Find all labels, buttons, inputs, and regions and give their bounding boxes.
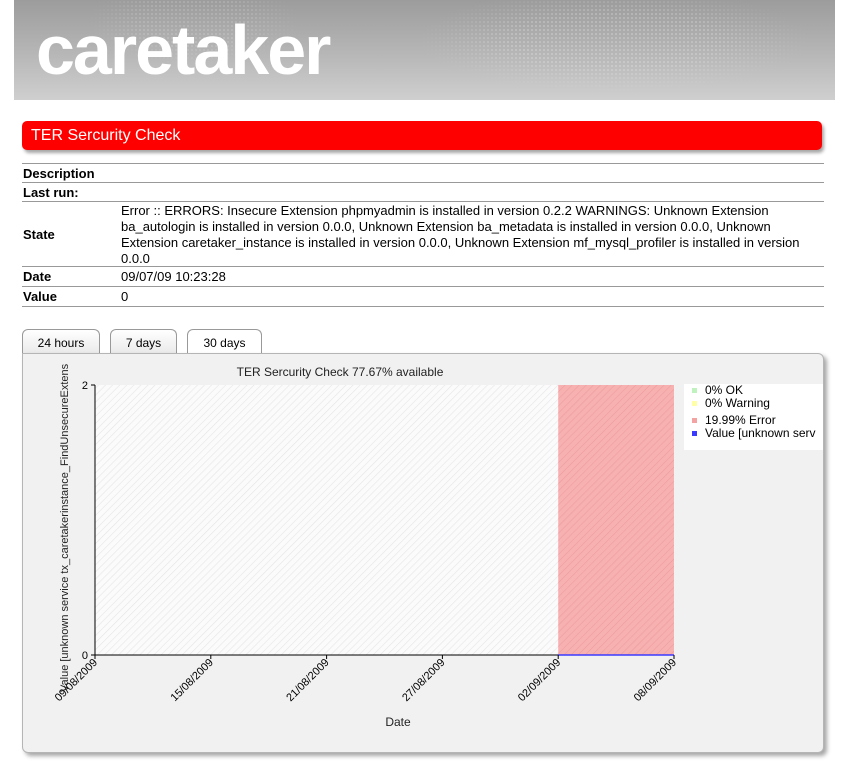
x-tick-label: 27/08/2009 <box>400 657 447 704</box>
legend-swatch <box>692 388 697 393</box>
details-row-value: Value 0 <box>22 286 824 307</box>
legend-label: 0% Warning <box>705 396 770 410</box>
legend-swatch <box>692 401 697 406</box>
chart-title: TER Sercurity Check 77.67% available <box>237 365 444 379</box>
details-row-state: State Error :: ERRORS: Insecure Extensio… <box>22 201 824 266</box>
state-label: State <box>23 226 55 242</box>
details-table: Description Last run: State Error :: ERR… <box>22 163 824 307</box>
chart-legend: 0% OK0% Warning 19.99% ErrorValue [unknow… <box>684 383 823 450</box>
y-tick-label: 2 <box>82 380 88 392</box>
x-tick-label: 15/08/2009 <box>169 657 216 704</box>
header-banner: caretaker <box>14 0 835 100</box>
description-label: Description <box>23 165 95 181</box>
x-tick-label: 21/08/2009 <box>284 657 331 704</box>
last-run-label: Last run: <box>23 184 79 200</box>
tab-7-days[interactable]: 7 days <box>110 329 177 354</box>
error-region <box>558 385 674 655</box>
legend-label: 0% OK <box>705 383 743 397</box>
legend-label: Value [unknown serv <box>705 426 816 440</box>
details-row-description: Description <box>22 163 824 182</box>
x-axis-label: Date <box>385 715 411 729</box>
tab-24-hours[interactable]: 24 hours <box>22 329 100 354</box>
value-value: 0 <box>121 288 129 304</box>
value-label: Value <box>23 289 57 304</box>
description-value <box>121 164 824 182</box>
details-row-date: Date 09/07/09 10:23:28 <box>22 266 824 286</box>
availability-chart: TER Sercurity Check 77.67% available 02 … <box>53 363 823 729</box>
x-tick-label: 02/09/2009 <box>516 657 563 704</box>
app-logo[interactable]: caretaker <box>36 5 331 95</box>
y-axis-label: Value [unknown service tx_caretakerinsta… <box>59 363 71 692</box>
date-label: Date <box>23 269 52 284</box>
details-row-last-run: Last run: <box>22 182 824 201</box>
y-axis-ticks: 02 <box>82 380 95 662</box>
check-title: TER Sercurity Check <box>31 127 181 144</box>
legend-swatch <box>692 431 697 436</box>
tab-30-days[interactable]: 30 days <box>187 329 262 355</box>
last-run-value <box>121 183 824 201</box>
date-value: 09/07/09 10:23:28 <box>121 268 226 284</box>
legend-label: 19.99% Error <box>705 413 776 427</box>
x-axis-ticks: 09/08/2009 15/08/2009 21/08/2009 27/08/2009… <box>53 655 679 704</box>
check-title-bar: TER Sercurity Check <box>22 121 822 150</box>
legend-swatch <box>692 418 697 423</box>
chart-panel: TER Sercurity Check 77.67% available 02 … <box>22 353 824 753</box>
x-tick-label: 08/09/2009 <box>632 657 679 704</box>
state-value: Error :: ERRORS: Insecure Extension phpm… <box>121 203 800 266</box>
